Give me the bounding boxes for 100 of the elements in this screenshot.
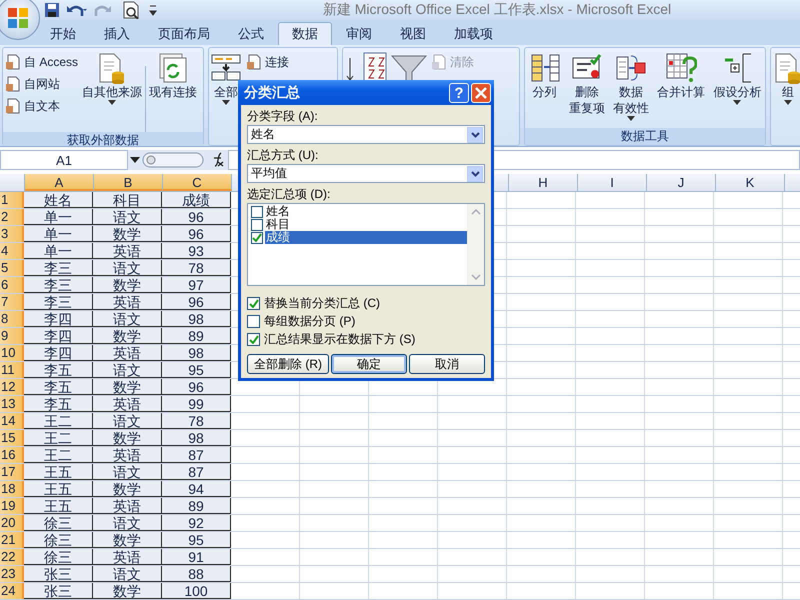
checkbox[interactable] (251, 206, 263, 218)
table-cell: 100 (162, 583, 231, 599)
small-document-icon (5, 54, 21, 70)
refresh-documents-icon (157, 52, 190, 84)
ribbon-button[interactable]: 自网站 (4, 74, 80, 94)
table-cell: 数学 (93, 226, 162, 242)
column-header[interactable]: H (509, 174, 578, 191)
row-header[interactable]: 22 (0, 549, 24, 565)
ribbon-tab[interactable]: 视图 (386, 22, 440, 45)
ribbon-button[interactable]: 数据 有效性 (612, 52, 649, 122)
row-header[interactable]: 8 (0, 311, 24, 327)
row-header[interactable]: 24 (0, 583, 24, 599)
row-header[interactable]: 15 (0, 430, 24, 446)
customize-toolbar-icon[interactable] (148, 3, 158, 17)
table-cell: 英语 (93, 549, 162, 565)
row-header[interactable]: 12 (0, 379, 24, 395)
row-header[interactable]: 16 (0, 447, 24, 463)
row-header[interactable]: 4 (0, 243, 24, 259)
close-button[interactable] (471, 82, 491, 102)
table-cell: 李五 (24, 396, 93, 412)
table-cell: 87 (162, 447, 231, 463)
chevron-down-icon (470, 132, 480, 138)
ribbon-button[interactable]: 连接 (245, 52, 290, 72)
dialog-button[interactable]: 取消 (409, 354, 485, 374)
ribbon-tab[interactable]: 审阅 (332, 22, 386, 45)
ribbon-tab[interactable]: 数据 (278, 22, 332, 45)
list-item[interactable]: 姓名 (265, 205, 467, 218)
table-cell: 96 (162, 226, 231, 242)
checkbox[interactable] (247, 296, 260, 310)
table-cell: 95 (162, 532, 231, 548)
list-item[interactable]: 科目 (265, 218, 467, 231)
help-button[interactable]: ? (449, 82, 469, 102)
row-header[interactable]: 3 (0, 226, 24, 242)
ribbon-button[interactable]: 自 Access (4, 52, 80, 72)
table-cell: 英语 (93, 396, 162, 412)
dialog-button[interactable]: 确定 (331, 354, 407, 374)
row-header[interactable]: 20 (0, 515, 24, 531)
row-header[interactable]: 5 (0, 260, 24, 276)
table-cell: 成绩 (162, 192, 231, 208)
checkbox-label: 汇总结果显示在数据下方 (S) (264, 330, 416, 348)
row-header[interactable]: 21 (0, 532, 24, 548)
row-header[interactable]: 10 (0, 345, 24, 361)
column-header[interactable]: B (94, 174, 163, 191)
row-header[interactable]: 7 (0, 294, 24, 310)
table-cell: 78 (162, 260, 231, 276)
ribbon-tab[interactable]: 加载项 (440, 22, 507, 45)
column-header[interactable]: C (163, 174, 232, 191)
row-header[interactable]: 13 (0, 396, 24, 412)
row-header[interactable]: 17 (0, 464, 24, 480)
row-header[interactable]: 11 (0, 362, 24, 378)
row-header[interactable]: 6 (0, 277, 24, 293)
ribbon-button[interactable]: 自文本 (4, 96, 80, 116)
row-header[interactable]: 19 (0, 498, 24, 514)
list-item[interactable]: 成绩 (265, 231, 467, 244)
column-header[interactable]: A (25, 174, 94, 191)
table-cell: 数学 (93, 532, 162, 548)
ribbon-button[interactable]: 现有连接 (149, 52, 198, 100)
ribbon-button[interactable]: 分列 (528, 52, 561, 100)
name-box[interactable]: A1 (0, 150, 128, 170)
table-cell: 李五 (24, 379, 93, 395)
row-header[interactable]: 23 (0, 566, 24, 582)
ribbon-tab[interactable]: 开始 (36, 22, 90, 45)
row-header[interactable]: 9 (0, 328, 24, 344)
column-header[interactable]: I (578, 174, 647, 191)
table-cell: 语文 (93, 362, 162, 378)
dialog-button[interactable]: 全部删除 (R) (247, 354, 329, 374)
ribbon-button[interactable]: 自其他来源 (82, 52, 142, 106)
slider-knob-icon[interactable] (142, 151, 204, 169)
row-header[interactable]: 14 (0, 413, 24, 429)
ribbon-button[interactable]: 假设分析 (713, 52, 762, 106)
ribbon-button[interactable]: 组 (772, 52, 800, 106)
ribbon-button[interactable]: 删除 重复项 (568, 52, 605, 116)
table-cell: 93 (162, 243, 231, 259)
ribbon-button[interactable]: 合并计算 (657, 52, 706, 100)
row-header[interactable]: 2 (0, 209, 24, 225)
row-header[interactable]: 1 (0, 192, 24, 208)
table-cell: 语文 (93, 311, 162, 327)
check-icon (248, 298, 258, 308)
checkbox[interactable] (251, 218, 263, 230)
save-icon[interactable] (44, 2, 60, 18)
ribbon-tab[interactable]: 页面布局 (144, 22, 224, 45)
table-cell: 徐三 (24, 532, 93, 548)
dropdown-field[interactable]: 姓名 (247, 125, 485, 144)
table-cell: 92 (162, 515, 231, 531)
checkbox[interactable] (251, 232, 263, 244)
checkbox[interactable] (247, 332, 260, 346)
remove-duplicates-icon (528, 52, 561, 84)
column-header[interactable]: K (716, 174, 785, 191)
column-header[interactable]: J (647, 174, 716, 191)
dropdown-caret-icon[interactable] (130, 156, 140, 164)
dropdown-field[interactable]: 平均值 (247, 164, 485, 183)
window-title: 新建 Microsoft Office Excel 工作表.xlsx - Microsoft Excel (322, 1, 672, 19)
ribbon-tab[interactable]: 公式 (224, 22, 278, 45)
small-document-icon (5, 98, 21, 114)
ribbon-button[interactable]: 全部 (210, 52, 242, 106)
table-cell: 王五 (24, 464, 93, 480)
row-header[interactable]: 18 (0, 481, 24, 497)
table-cell: 97 (162, 277, 231, 293)
checkbox[interactable] (247, 314, 260, 328)
ribbon-tab[interactable]: 插入 (90, 22, 144, 45)
